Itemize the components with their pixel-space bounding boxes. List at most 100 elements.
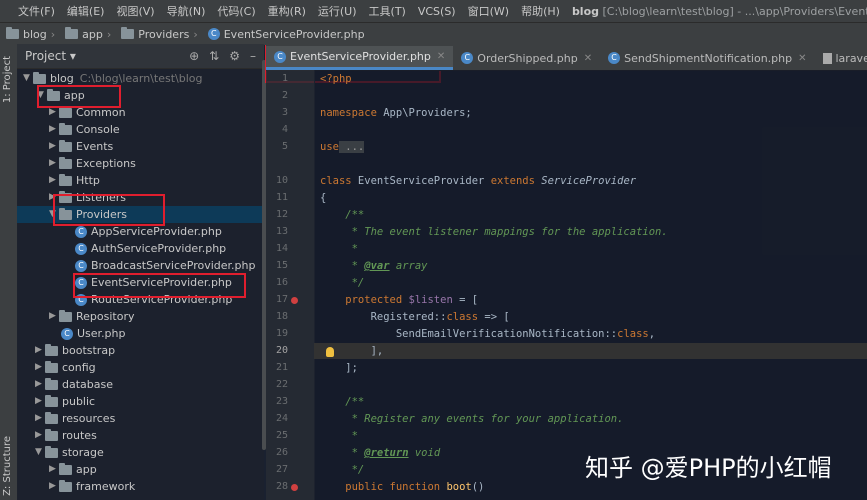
line-number-gutter: 1 2 3 4 5 10 11 12 13 14 15 16 17 18 19 … [266,70,315,500]
menu-view[interactable]: 视图(V) [110,3,160,19]
tree-label: Events [76,140,114,153]
folder-icon [45,360,58,373]
line-number: 3 [281,107,288,118]
code-folded[interactable]: ... [338,141,365,153]
lightbulb-icon[interactable] [326,347,334,357]
php-class-icon: C [75,242,87,255]
tab-eventserviceprovider[interactable]: C EventServiceProvider.php ✕ [266,46,454,70]
tree-item-public[interactable]: ▶ public [35,393,95,410]
breadcrumb-providers[interactable]: Providers [121,27,189,41]
code-line: Registered::class => [ [320,311,510,323]
tree-item-database[interactable]: ▶ database [35,376,113,393]
menu-navigate[interactable]: 导航(N) [161,3,212,19]
folder-icon [59,207,72,220]
php-class-icon: C [75,276,87,289]
tree-item-resources[interactable]: ▶ resources [35,410,115,427]
line-number: 12 [275,209,288,220]
menu-vcs[interactable]: VCS(S) [412,5,462,18]
locate-icon[interactable]: ⊕ [189,49,199,63]
tree-label: public [62,395,96,408]
tree-item-appserviceprovider[interactable]: C AppServiceProvider.php [75,223,222,240]
tree-item-broadcastserviceprovider[interactable]: C BroadcastServiceProvider.php [75,257,255,274]
php-class-icon: C [274,50,286,63]
tree-item-config[interactable]: ▶ config [35,359,96,376]
tree-item-common[interactable]: ▶ Common [49,104,126,121]
line-number: 16 [275,277,288,288]
folder-icon [59,139,72,152]
collapsed-arrow-icon: ▶ [49,192,56,202]
close-icon[interactable]: ✕ [584,53,592,64]
code-keyword: class [617,328,649,340]
tree-item-storage-app[interactable]: ▶ app [49,461,97,478]
collapse-icon[interactable]: ⇅ [209,49,219,63]
tree-item-eventserviceprovider[interactable]: C EventServiceProvider.php [75,274,232,291]
code-editor[interactable]: <?php namespace App\Providers; use ... c… [314,70,867,500]
tree-item-http[interactable]: ▶ Http [49,172,100,189]
menu-code[interactable]: 代码(C) [211,3,261,19]
folder-icon [59,156,72,169]
menu-window[interactable]: 窗口(W) [462,3,515,19]
watermark: 知乎 @爱PHP的小红帽 [585,454,832,482]
tab-laravel-log[interactable]: laravel-2020-08-02 [815,46,867,70]
tree-item-listeners[interactable]: ▶ Listeners [49,189,126,206]
breadcrumb-file[interactable]: C EventServiceProvider.php [207,27,365,41]
project-tool-tab[interactable]: 1: Project [2,56,13,103]
tree-item-repository[interactable]: ▶ Repository [49,308,135,325]
code-text: void [408,447,441,459]
override-marker-icon[interactable] [291,484,298,491]
tree-root-path: C:\blog\learn\test\blog [79,72,203,85]
tab-sendshipmentnotification[interactable]: C SendShipmentNotification.php ✕ [600,46,814,70]
tree-item-console[interactable]: ▶ Console [49,121,120,138]
override-marker-icon[interactable] [291,297,298,304]
hide-icon[interactable]: – [250,49,256,63]
tab-label: EventServiceProvider.php [290,50,431,63]
tree-root[interactable]: ▼ blog C:\blog\learn\test\blog [23,70,202,87]
breadcrumb-app[interactable]: app [65,27,103,41]
tree-item-app[interactable]: ▼ app [37,87,85,104]
chevron-right-icon: › [106,27,112,41]
folder-icon [45,394,58,407]
window-title-path: [C:\blog\learn\test\blog] - ...\app\Prov… [602,4,867,18]
breadcrumb-blog[interactable]: blog [6,27,47,41]
tree-label: AppServiceProvider.php [91,225,222,238]
tree-label: config [62,361,96,374]
gear-icon[interactable]: ⚙ [229,49,240,63]
folder-icon [6,27,19,39]
folder-icon [59,462,72,475]
tree-item-user-php[interactable]: C User.php [61,325,126,342]
project-panel-header: Project ▾ ⊕ ⇅ ⚙ – [17,44,264,69]
tree-label: app [64,89,85,102]
menu-refactor[interactable]: 重构(R) [262,3,312,19]
menu-tools[interactable]: 工具(T) [363,3,412,19]
project-view-selector[interactable]: Project ▾ [25,49,76,63]
tree-item-exceptions[interactable]: ▶ Exceptions [49,155,136,172]
code-line: * [320,243,358,255]
menu-help[interactable]: 帮助(H) [515,3,566,19]
tab-ordershipped[interactable]: C OrderShipped.php ✕ [453,46,600,70]
tree-item-bootstrap[interactable]: ▶ bootstrap [35,342,115,359]
menu-run[interactable]: 运行(U) [312,3,363,19]
expanded-arrow-icon: ▼ [23,73,30,83]
structure-tool-tab[interactable]: Z: Structure [2,436,13,496]
tree-label: User.php [77,327,126,340]
php-class-icon: C [608,52,621,64]
tree-item-providers[interactable]: ▼ Providers [17,206,264,223]
tree-item-routeserviceprovider[interactable]: C RouteServiceProvider.php [75,291,232,308]
code-line: * @return void [320,447,441,459]
tree-item-routes[interactable]: ▶ routes [35,427,97,444]
menu-edit[interactable]: 编辑(E) [61,3,111,19]
tab-label: SendShipmentNotification.php [624,51,793,65]
tree-item-framework[interactable]: ▶ framework [49,478,135,495]
menu-file[interactable]: 文件(F) [12,3,61,19]
collapsed-arrow-icon: ▶ [49,141,56,151]
tree-item-storage[interactable]: ▼ storage [35,444,104,461]
close-icon[interactable]: ✕ [798,53,806,64]
code-line: * Register any events for your applicati… [320,413,624,425]
php-class-icon: C [461,52,474,64]
folder-icon [121,27,135,39]
tree-item-authserviceprovider[interactable]: C AuthServiceProvider.php [75,240,226,257]
breadcrumb-label: EventServiceProvider.php [223,27,365,41]
tree-item-events[interactable]: ▶ Events [49,138,113,155]
close-icon[interactable]: ✕ [437,51,445,62]
collapsed-arrow-icon: ▶ [49,124,56,134]
